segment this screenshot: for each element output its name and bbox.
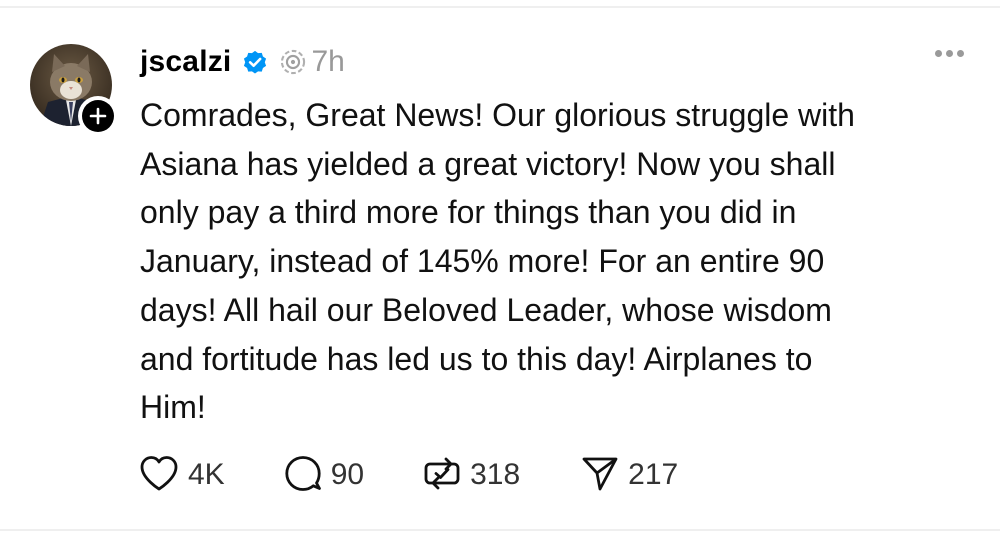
avatar-container xyxy=(30,44,118,136)
dot xyxy=(935,50,942,57)
plus-icon xyxy=(82,100,114,132)
repost-button[interactable]: 318 xyxy=(422,453,520,498)
verified-badge-icon xyxy=(241,48,269,76)
reply-count: 90 xyxy=(330,458,365,491)
post-body-text: Comrades, Great News! Our glorious strug… xyxy=(140,97,855,426)
dot xyxy=(946,50,953,57)
username[interactable]: jscalzi xyxy=(140,45,231,79)
post-timestamp[interactable]: 7h xyxy=(311,45,344,79)
share-count: 217 xyxy=(628,458,679,491)
more-options-icon[interactable] xyxy=(935,50,964,57)
like-count: 4K xyxy=(188,458,225,491)
repost-icon xyxy=(422,453,462,498)
send-icon xyxy=(580,453,620,498)
post-header: jscalzi 7h xyxy=(140,40,345,84)
dot xyxy=(957,50,964,57)
follow-button[interactable] xyxy=(78,96,118,136)
heart-icon xyxy=(138,453,180,498)
threads-icon xyxy=(279,48,307,76)
reply-button[interactable]: 90 xyxy=(283,453,364,498)
post-actions: 4K 90 318 217 xyxy=(138,452,678,498)
like-button[interactable]: 4K xyxy=(138,453,225,498)
share-button[interactable]: 217 xyxy=(580,453,678,498)
thread-post: jscalzi 7h Comrades, Great News! Our glo… xyxy=(0,0,1000,539)
comment-icon xyxy=(283,453,323,498)
bottom-divider xyxy=(0,529,1000,531)
repost-count: 318 xyxy=(470,458,521,491)
